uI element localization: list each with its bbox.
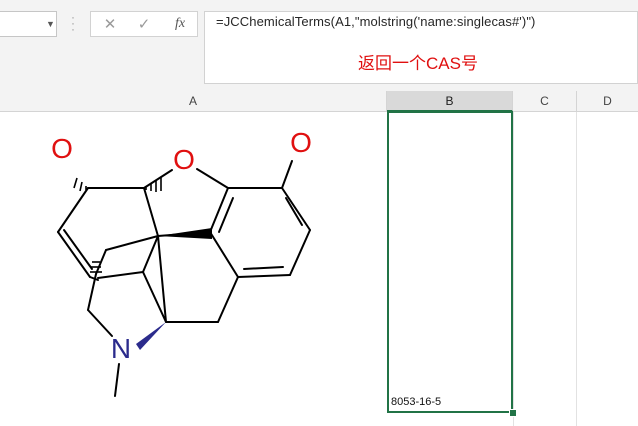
bond [237,274,291,278]
molecule-structure: O O O N [51,127,312,397]
bond [105,235,159,251]
enter-icon[interactable]: ✓ [127,12,161,36]
bond [143,187,159,237]
wedge-bond [136,322,166,350]
formula-text: =JCChemicalTerms(A1,"molstring('name:sin… [216,14,536,29]
cancel-icon[interactable]: ✕ [93,12,127,36]
bond [63,229,93,270]
drag-handle-icon[interactable]: · · · [70,11,76,35]
column-header-c[interactable]: C [513,91,577,111]
bond [57,187,89,233]
bond [87,309,113,337]
insert-function-icon[interactable]: fx [163,12,197,36]
bond [217,276,239,323]
chevron-down-icon[interactable]: ▼ [44,11,57,37]
bond [289,229,311,276]
formula-annotation: 返回一个CAS号 [358,54,478,73]
bond [209,187,229,233]
bond [57,231,91,278]
column-header-row: A B C D [0,91,638,112]
cas-number-value: 8053-16-5 [391,396,442,408]
atom-label: N [111,333,131,364]
bond [114,363,120,397]
wedge-bond [158,228,212,239]
atom-label: O [51,133,73,164]
bond [281,160,293,189]
bond [285,197,303,226]
bond [196,168,229,189]
selected-cell-b[interactable] [387,111,513,413]
formula-controls: ✕ ✓ fx [90,11,198,37]
column-header-d[interactable]: D [577,91,638,111]
bond [143,169,173,189]
bond [209,231,239,278]
column-header-b[interactable]: B [387,91,513,112]
bond [142,235,159,273]
column-header-a[interactable]: A [0,91,387,111]
atom-label: O [173,144,195,175]
grid-line [513,112,514,426]
bond [87,273,97,311]
grid-line [576,112,577,426]
bond [281,187,311,231]
atom-label: O [290,127,312,158]
fill-handle[interactable] [509,409,517,417]
bond [243,266,284,270]
bond [97,271,144,279]
